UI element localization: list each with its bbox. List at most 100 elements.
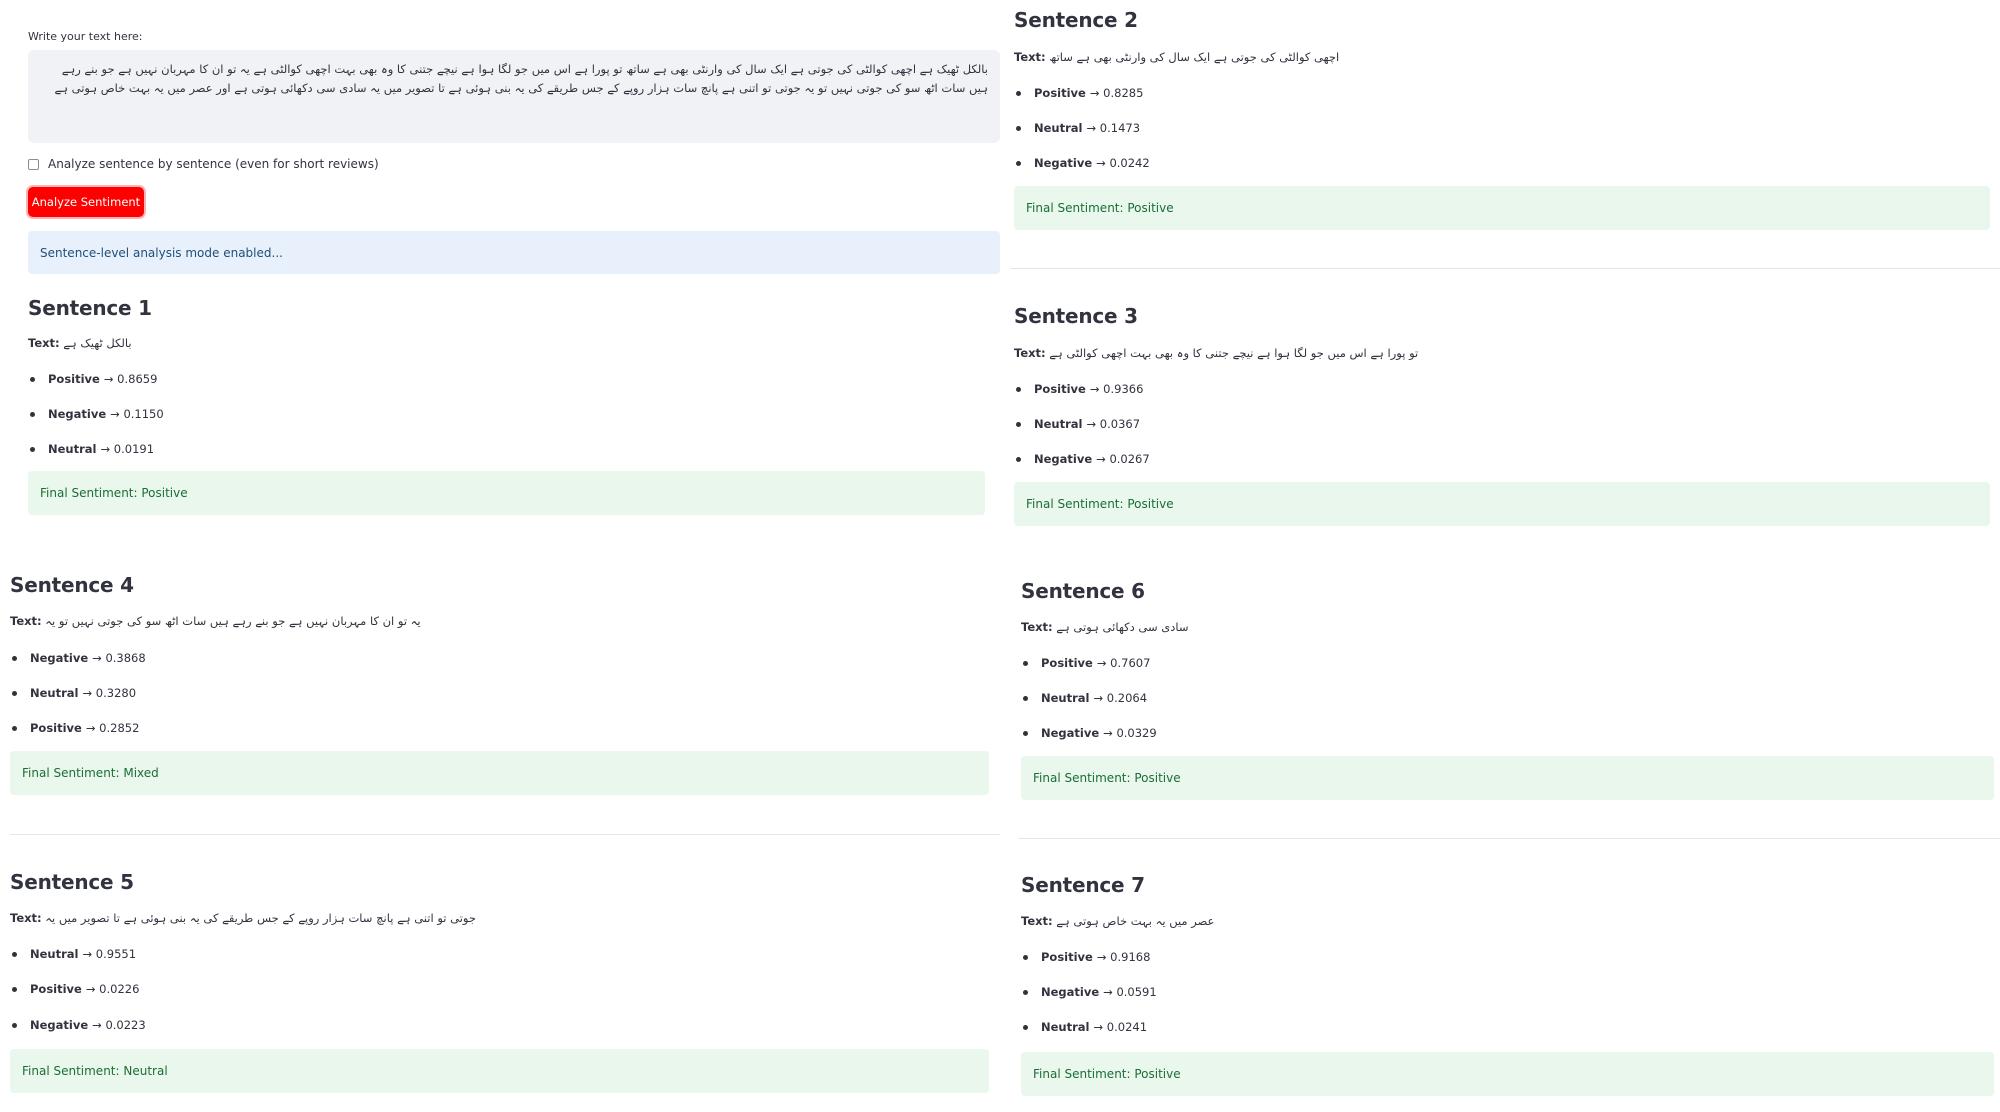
divider [1010, 268, 2000, 269]
score-value: → 0.0223 [92, 1018, 146, 1032]
sentence-5-score-1: Neutral → 0.9551 [12, 947, 136, 961]
score-value: → 0.2064 [1093, 691, 1148, 705]
sentence-mode-label: Analyze sentence by sentence (even for s… [48, 157, 379, 171]
score-value: → 0.2852 [85, 721, 140, 735]
sentence-4-heading: Sentence 4 [10, 573, 134, 597]
sentence-2-score-3: Negative → 0.0242 [1016, 156, 1150, 170]
sentence-3-urdu: تو پورا ہے اس میں جو لگا ہوا ہے نیچے جتن… [1049, 346, 1419, 360]
sentence-6-heading: Sentence 6 [1021, 579, 1145, 603]
score-label: Positive [1034, 86, 1086, 100]
bullet [1023, 1024, 1028, 1030]
bullet [30, 446, 35, 452]
divider [1018, 838, 2000, 839]
bullet [1016, 90, 1021, 96]
sentence-5-final-sentiment: Final Sentiment: Neutral [10, 1049, 989, 1093]
sentence-7-score-2: Negative → 0.0591 [1023, 985, 1157, 999]
score-label: Negative [30, 1018, 89, 1032]
score-label: Neutral [1041, 691, 1090, 705]
sentence-4-final-sentiment: Final Sentiment: Mixed [10, 751, 989, 795]
score-value: → 0.0241 [1093, 1020, 1148, 1034]
review-text-input[interactable]: بالکل ٹھیک ہے اچھی کوالٹی کی جوتی ہے ایک… [28, 50, 1000, 143]
score-label: Negative [1041, 726, 1100, 740]
score-value: → 0.3280 [82, 686, 137, 700]
score-value: → 0.0242 [1096, 156, 1150, 170]
score-value: → 0.9551 [82, 947, 137, 961]
bullet [1023, 989, 1028, 995]
sentence-mode-checkbox[interactable] [28, 158, 39, 170]
sentence-2-final-sentiment: Final Sentiment: Positive [1014, 186, 1990, 230]
bullet [1023, 660, 1028, 666]
score-label: Neutral [1041, 1020, 1090, 1034]
bullet [12, 725, 17, 731]
divider [10, 834, 1000, 835]
sentence-1-urdu: بالکل ٹھیک ہے [63, 336, 132, 350]
sentence-2-score-2: Neutral → 0.1473 [1016, 121, 1140, 135]
score-label: Neutral [1034, 417, 1083, 431]
sentence-6-score-2: Neutral → 0.2064 [1023, 691, 1147, 705]
text-input-label: Write your text here: [28, 30, 143, 43]
sentence-4-score-2: Neutral → 0.3280 [12, 686, 136, 700]
info-alert-text: Sentence-level analysis mode enabled... [40, 245, 283, 260]
text-prefix: Text: [1021, 620, 1053, 634]
bullet [1016, 386, 1021, 392]
score-label: Negative [1041, 985, 1100, 999]
bullet [1016, 421, 1021, 427]
text-prefix: Text: [28, 336, 60, 350]
bullet [1016, 125, 1021, 131]
score-value: → 0.8285 [1089, 86, 1144, 100]
score-value: → 0.9366 [1089, 382, 1144, 396]
score-label: Neutral [48, 442, 97, 456]
sentence-3-score-1: Positive → 0.9366 [1016, 382, 1143, 396]
sentence-7-score-1: Positive → 0.9168 [1023, 950, 1150, 964]
score-value: → 0.0367 [1086, 417, 1141, 431]
sentence-mode-toggle[interactable]: Analyze sentence by sentence (even for s… [28, 157, 379, 171]
bullet [1016, 160, 1021, 166]
sentence-5-score-3: Negative → 0.0223 [12, 1018, 146, 1032]
sentence-7-score-3: Neutral → 0.0241 [1023, 1020, 1147, 1034]
sentence-2-score-1: Positive → 0.8285 [1016, 86, 1143, 100]
text-prefix: Text: [10, 911, 42, 925]
analyze-sentiment-button[interactable]: Analyze Sentiment [28, 187, 144, 217]
score-label: Negative [1034, 156, 1093, 170]
sentence-6-text: Text: سادی سی دکھائی ہوتی ہے [1021, 620, 1189, 634]
sentence-7-heading: Sentence 7 [1021, 873, 1145, 897]
sentence-5-text: Text: جوتی تو اتنی ہے پانچ سات ہزار روپے… [10, 911, 476, 925]
sentence-4-urdu: یہ تو ان کا مہربان نہیں ہے جو بنے رہے ہی… [45, 614, 421, 628]
bullet [1023, 954, 1028, 960]
score-value: → 0.1473 [1086, 121, 1141, 135]
score-label: Positive [1041, 950, 1093, 964]
sentence-3-score-3: Negative → 0.0267 [1016, 452, 1150, 466]
bullet [12, 951, 17, 957]
score-value: → 0.0226 [85, 982, 140, 996]
sentence-2-urdu: اچھی کوالٹی کی جوتی ہے ایک سال کی وارنٹی… [1049, 50, 1340, 64]
bullet [1016, 456, 1021, 462]
sentence-3-score-2: Neutral → 0.0367 [1016, 417, 1140, 431]
score-label: Negative [48, 407, 107, 421]
sentence-5-heading: Sentence 5 [10, 870, 134, 894]
score-label: Neutral [1034, 121, 1083, 135]
score-value: → 0.0191 [100, 442, 155, 456]
text-prefix: Text: [10, 614, 42, 628]
text-prefix: Text: [1014, 346, 1046, 360]
score-label: Positive [48, 372, 100, 386]
sentence-1-score-3: Neutral → 0.0191 [30, 442, 154, 456]
score-label: Positive [30, 982, 82, 996]
sentence-5-score-2: Positive → 0.0226 [12, 982, 139, 996]
sentence-3-text: Text: تو پورا ہے اس میں جو لگا ہوا ہے نی… [1014, 346, 1418, 360]
sentence-4-score-3: Positive → 0.2852 [12, 721, 139, 735]
sentence-1-text: Text: بالکل ٹھیک ہے [28, 336, 132, 350]
sentence-2-heading: Sentence 2 [1014, 8, 1138, 32]
score-label: Neutral [30, 686, 79, 700]
sentence-7-final-sentiment: Final Sentiment: Positive [1021, 1052, 1994, 1096]
score-label: Positive [1034, 382, 1086, 396]
sentence-1-heading: Sentence 1 [28, 296, 152, 320]
info-alert: Sentence-level analysis mode enabled... [28, 231, 1000, 274]
score-value: → 0.8659 [103, 372, 158, 386]
score-label: Negative [30, 651, 89, 665]
sentence-3-heading: Sentence 3 [1014, 304, 1138, 328]
sentence-4-text: Text: یہ تو ان کا مہربان نہیں ہے جو بنے … [10, 614, 421, 628]
sentence-6-score-1: Positive → 0.7607 [1023, 656, 1150, 670]
bullet [12, 1022, 17, 1028]
text-prefix: Text: [1021, 914, 1053, 928]
bullet [12, 986, 17, 992]
